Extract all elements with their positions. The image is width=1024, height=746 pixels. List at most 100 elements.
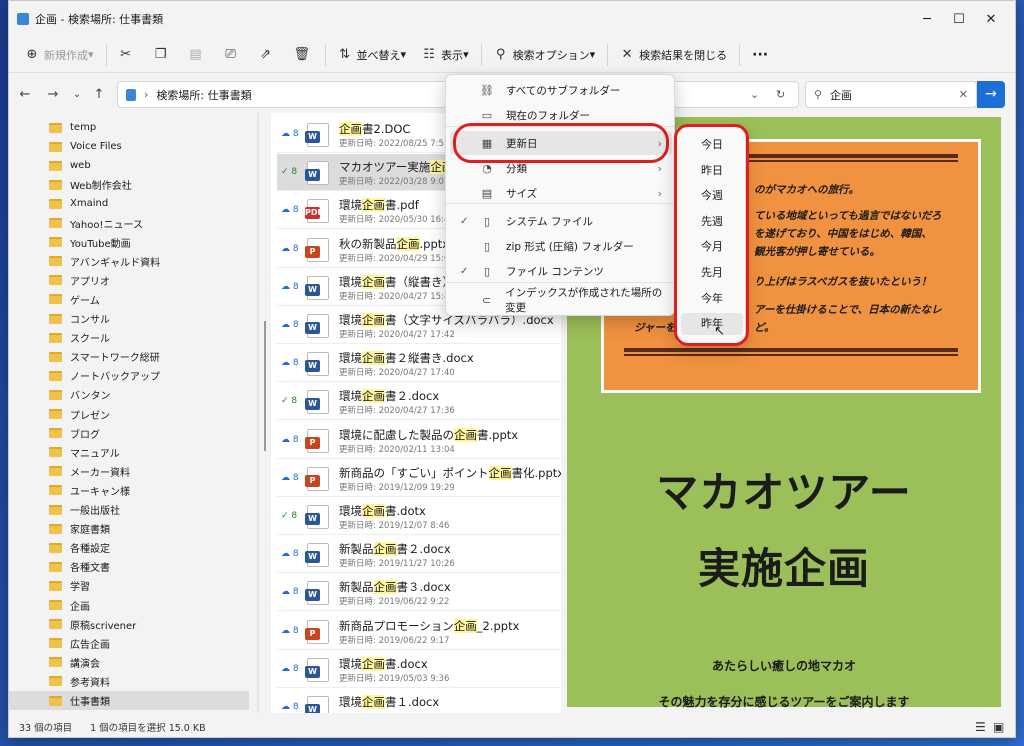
- delete-button[interactable]: 🗑: [286, 41, 321, 69]
- sidebar-item[interactable]: temp: [9, 118, 249, 137]
- file-name-suffix: _2.pptx: [476, 618, 520, 633]
- file-type-icon: W: [305, 161, 329, 186]
- file-row[interactable]: ☁ 8 P 新商品プロモーション企画_2.pptx 更新日時: 2019/06/22 …: [277, 613, 561, 650]
- sidebar-item[interactable]: スマートワーク総研: [9, 347, 249, 366]
- sidebar-item[interactable]: ユーキャン様: [9, 481, 249, 500]
- copy-button[interactable]: ❐: [146, 41, 181, 69]
- file-row[interactable]: ✓ 8 W 環境企画書２.docx 更新日時: 2020/04/27 17:36: [277, 383, 561, 421]
- new-button[interactable]: ⊕ 新規作成 ▾: [17, 41, 102, 69]
- file-row[interactable]: ☁ 8 P 環境に配慮した製品の企画書.pptx 更新日時: 2020/02/11 1…: [277, 422, 561, 459]
- menu-item[interactable]: ✓ ▯ ファイル コンテンツ: [450, 259, 672, 283]
- sidebar-item[interactable]: メーカー資料: [9, 462, 249, 481]
- rename-button[interactable]: ⎚: [216, 41, 251, 69]
- folder-icon: [49, 523, 62, 534]
- sidebar-item[interactable]: 家庭書類: [9, 519, 249, 538]
- sort-button[interactable]: ⇅ 並べ替え ▾: [330, 41, 415, 69]
- file-name-prefix: 環境: [339, 504, 362, 518]
- sidebar-item[interactable]: 講演会: [9, 653, 249, 672]
- folder-icon: [49, 504, 62, 515]
- search-options-button[interactable]: ⚲ 検索オプション ▾: [486, 41, 604, 69]
- file-row[interactable]: ☁ 8 W 環境企画書.docx 更新日時: 2019/05/03 9:36: [277, 651, 561, 688]
- sidebar-item[interactable]: マニュアル: [9, 443, 249, 462]
- menu-item[interactable]: ⊂ インデックスが作成された場所の変更: [450, 287, 672, 314]
- sidebar-item-label: ゲーム: [70, 295, 100, 307]
- cut-button[interactable]: ✂: [111, 41, 146, 69]
- preview-line: り上げはラスベガスを抜いたという！: [754, 276, 932, 288]
- back-arrow-icon[interactable]: ←: [15, 85, 35, 105]
- sidebar-item[interactable]: 原稿scrivener: [9, 615, 249, 634]
- sidebar-item[interactable]: 各種文書: [9, 557, 249, 576]
- view-label: 表示: [441, 48, 464, 62]
- up-arrow-icon[interactable]: ↑: [89, 85, 109, 105]
- sidebar-scrollbar[interactable]: [264, 321, 266, 451]
- menu-item[interactable]: ▤ サイズ ›: [450, 181, 672, 205]
- menu-item[interactable]: ✓ ▯ システム ファイル: [450, 209, 672, 233]
- file-row[interactable]: ☁ 8 W 環境企画書１.docx: [277, 689, 561, 713]
- more-button[interactable]: ···: [744, 41, 776, 69]
- file-date: 更新日時: 2020/04/27 17:42: [339, 330, 455, 340]
- sidebar-item[interactable]: 広告企画: [9, 634, 249, 653]
- window-title: 企画 - 検索場所: 仕事書類: [35, 13, 164, 26]
- search-match-highlight: 企画: [362, 389, 385, 404]
- sidebar-item[interactable]: プレゼン: [9, 405, 249, 424]
- sidebar-item[interactable]: web: [9, 156, 249, 175]
- clear-search-button[interactable]: ✕: [959, 88, 968, 101]
- search-match-highlight: 企画: [339, 122, 362, 136]
- sidebar-item-label: スマートワーク総研: [70, 353, 160, 365]
- sidebar-item[interactable]: アプリオ: [9, 271, 249, 290]
- sidebar-item[interactable]: ゲーム: [9, 290, 249, 309]
- details-view-icon[interactable]: ☰: [975, 720, 986, 734]
- sidebar-item[interactable]: Yahoo!ニュース: [9, 214, 249, 233]
- sidebar-item[interactable]: 一般出版社: [9, 500, 249, 519]
- sidebar-item[interactable]: ノートバックアップ: [9, 366, 249, 385]
- sidebar-item[interactable]: Voice Files: [9, 137, 249, 156]
- preview-subtitle: その魅力を存分に感じるツアーをご案内します: [658, 695, 910, 709]
- sidebar-item[interactable]: 学習: [9, 576, 249, 595]
- sidebar-item[interactable]: スクール: [9, 328, 249, 347]
- forward-arrow-icon[interactable]: →: [43, 85, 63, 105]
- sidebar-item[interactable]: ブログ: [9, 424, 249, 443]
- refresh-icon[interactable]: ↻: [776, 88, 785, 101]
- search-options-label: 検索オプション: [512, 48, 590, 62]
- file-row[interactable]: ☁ 8 W 環境企画書２縦書き.docx 更新日時: 2020/04/27 17:40: [277, 345, 561, 383]
- file-name-suffix: 書.pptx: [477, 427, 519, 442]
- tiles-view-icon[interactable]: ▣: [993, 720, 1004, 734]
- menu-item-icon: ▯: [483, 214, 491, 228]
- view-button[interactable]: ☷ 表示 ▾: [414, 41, 477, 69]
- file-name: 環境企画書２縦書き.docx: [339, 350, 474, 366]
- view-icon: ☷: [423, 47, 435, 62]
- close-button[interactable]: ✕: [969, 1, 1013, 37]
- file-row[interactable]: ✓ 8 W 環境企画書.dotx 更新日時: 2019/12/07 8:46: [277, 498, 561, 535]
- preview-line: ている地域といっても過言ではないだろ: [754, 210, 942, 222]
- sidebar-item-label: プレゼン: [70, 410, 110, 422]
- search-box[interactable]: ⚲ 企画 ✕: [805, 81, 977, 108]
- sidebar-item[interactable]: 参考資料: [9, 672, 249, 691]
- sidebar-item[interactable]: 仕事書類: [9, 691, 249, 710]
- sidebar-item[interactable]: 企画: [9, 596, 249, 615]
- sidebar-item[interactable]: コンサル: [9, 309, 249, 328]
- sidebar-item[interactable]: アバンギャルド資料: [9, 252, 249, 271]
- sidebar-item-label: アプリオ: [70, 276, 110, 288]
- file-row[interactable]: ☁ 8 W 新製品企画書３.docx 更新日時: 2019/06/22 9:22: [277, 574, 561, 612]
- paste-button[interactable]: ▤: [181, 41, 216, 69]
- menu-item[interactable]: ▯ zip 形式 (圧縮) フォルダー: [450, 234, 672, 258]
- search-go-button[interactable]: →: [977, 81, 1005, 108]
- share-button[interactable]: ⇗: [251, 41, 286, 69]
- sidebar-item-label: temp: [70, 122, 97, 133]
- sidebar-item[interactable]: YouTube動画: [9, 233, 249, 252]
- file-row[interactable]: ☁ 8 W 新製品企画書２.docx 更新日時: 2019/11/27 10:26: [277, 536, 561, 574]
- sidebar-item[interactable]: バンタン: [9, 385, 249, 404]
- annotation-ring: [674, 124, 749, 346]
- menu-item-label: ファイル コンテンツ: [506, 265, 604, 278]
- close-search-button[interactable]: ✕ 検索結果を閉じる: [612, 41, 735, 69]
- pane-divider[interactable]: [257, 113, 259, 713]
- menu-item[interactable]: ⛓ すべてのサブフォルダー: [450, 78, 672, 102]
- sidebar-item[interactable]: 各種設定: [9, 538, 249, 557]
- search-input[interactable]: 企画: [830, 87, 852, 103]
- sidebar-item[interactable]: Xmaind: [9, 194, 249, 213]
- sidebar-item[interactable]: Web制作会社: [9, 175, 249, 194]
- recent-chevron-icon[interactable]: ⌄: [67, 85, 87, 105]
- sync-status-icon: ☁ 8: [281, 472, 299, 483]
- dropdown-chevron-icon[interactable]: ⌄: [750, 88, 759, 101]
- file-row[interactable]: ☁ 8 P 新商品の「すごい」ポイント企画書化.pptx 更新日時: 2019/12/…: [277, 460, 561, 497]
